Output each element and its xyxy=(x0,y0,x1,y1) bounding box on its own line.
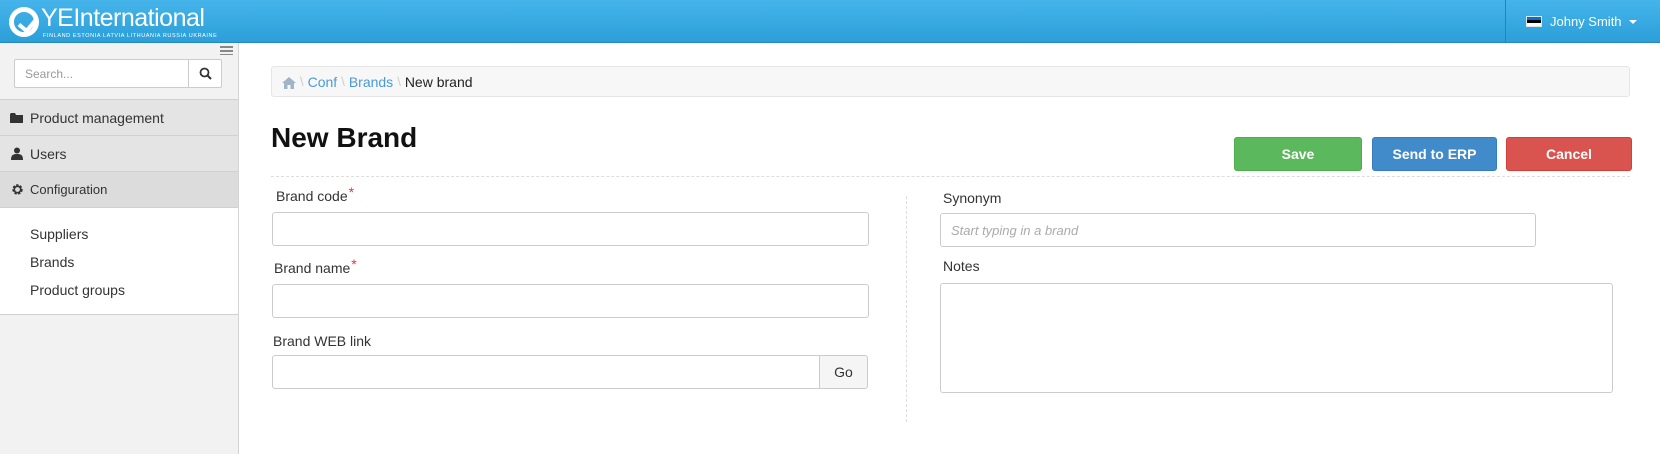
brand-code-label-text: Brand code xyxy=(276,188,348,204)
title-divider xyxy=(271,176,1630,177)
gear-icon xyxy=(10,183,24,197)
brand-web-link-label: Brand WEB link xyxy=(273,333,372,349)
configuration-submenu: Suppliers Brands Product groups xyxy=(0,207,238,315)
notes-label: Notes xyxy=(943,258,980,274)
caret-down-icon xyxy=(1628,19,1637,24)
top-bar: YEInternational FINLAND ESTONIA LATVIA L… xyxy=(0,0,1660,43)
user-icon xyxy=(10,147,24,161)
save-button[interactable]: Save xyxy=(1234,137,1362,171)
logo-mark-icon xyxy=(9,7,39,37)
breadcrumb-item-conf[interactable]: Conf xyxy=(308,74,338,90)
sidebar-menu: Product management Users Configuration S… xyxy=(0,99,238,315)
submenu-item-product-groups[interactable]: Product groups xyxy=(30,276,238,304)
notes-field[interactable] xyxy=(940,283,1613,393)
breadcrumb-item-brands[interactable]: Brands xyxy=(349,74,393,90)
required-mark: * xyxy=(348,184,355,200)
breadcrumb-separator: \ xyxy=(300,74,304,89)
send-to-erp-button[interactable]: Send to ERP xyxy=(1372,137,1497,171)
search-button[interactable] xyxy=(189,59,222,88)
brand-name-field[interactable] xyxy=(272,284,869,318)
synonym-label: Synonym xyxy=(943,190,1002,206)
logo-tagline: FINLAND ESTONIA LATVIA LITHUANIA RUSSIA … xyxy=(43,33,218,39)
brand-name-label: Brand name* xyxy=(274,256,357,276)
sidebar-item-label: Users xyxy=(30,145,67,162)
page-title: New Brand xyxy=(271,122,418,153)
logo-text: YEInternational xyxy=(41,4,205,32)
sidebar-item-users[interactable]: Users xyxy=(0,135,238,171)
breadcrumb-separator: \ xyxy=(397,74,401,89)
column-divider xyxy=(906,196,907,422)
search-icon xyxy=(199,67,212,80)
logo[interactable]: YEInternational FINLAND ESTONIA LATVIA L… xyxy=(9,4,217,40)
breadcrumb-current: New brand xyxy=(404,73,473,90)
synonym-field[interactable] xyxy=(940,213,1536,247)
submenu-item-suppliers[interactable]: Suppliers xyxy=(30,220,238,248)
user-name: Johny Smith xyxy=(1550,14,1622,29)
brand-code-label: Brand code* xyxy=(276,184,354,204)
sidebar-search xyxy=(14,59,222,88)
sidebar-item-label: Configuration xyxy=(30,182,108,197)
sidebar-item-label: Product management xyxy=(30,109,164,126)
breadcrumb: \ Conf \ Brands \ New brand xyxy=(271,66,1630,97)
brand-code-field[interactable] xyxy=(272,212,869,246)
home-icon[interactable] xyxy=(282,76,296,89)
breadcrumb-separator: \ xyxy=(341,74,345,89)
search-input[interactable] xyxy=(14,59,189,88)
user-menu[interactable]: Johny Smith xyxy=(1505,0,1660,43)
sidebar-collapse-icon[interactable] xyxy=(220,46,233,55)
cancel-button[interactable]: Cancel xyxy=(1506,137,1632,171)
brand-web-link-field[interactable] xyxy=(272,355,820,389)
submenu-item-brands[interactable]: Brands xyxy=(30,248,238,276)
required-mark: * xyxy=(351,256,357,272)
sidebar-item-product-management[interactable]: Product management xyxy=(0,99,238,135)
go-button[interactable]: Go xyxy=(819,355,868,389)
sidebar: Product management Users Configuration S… xyxy=(0,43,239,454)
folder-icon xyxy=(10,111,24,125)
brand-name-label-text: Brand name xyxy=(274,260,351,276)
sidebar-item-configuration[interactable]: Configuration xyxy=(0,171,238,207)
estonia-flag-icon xyxy=(1526,16,1542,27)
